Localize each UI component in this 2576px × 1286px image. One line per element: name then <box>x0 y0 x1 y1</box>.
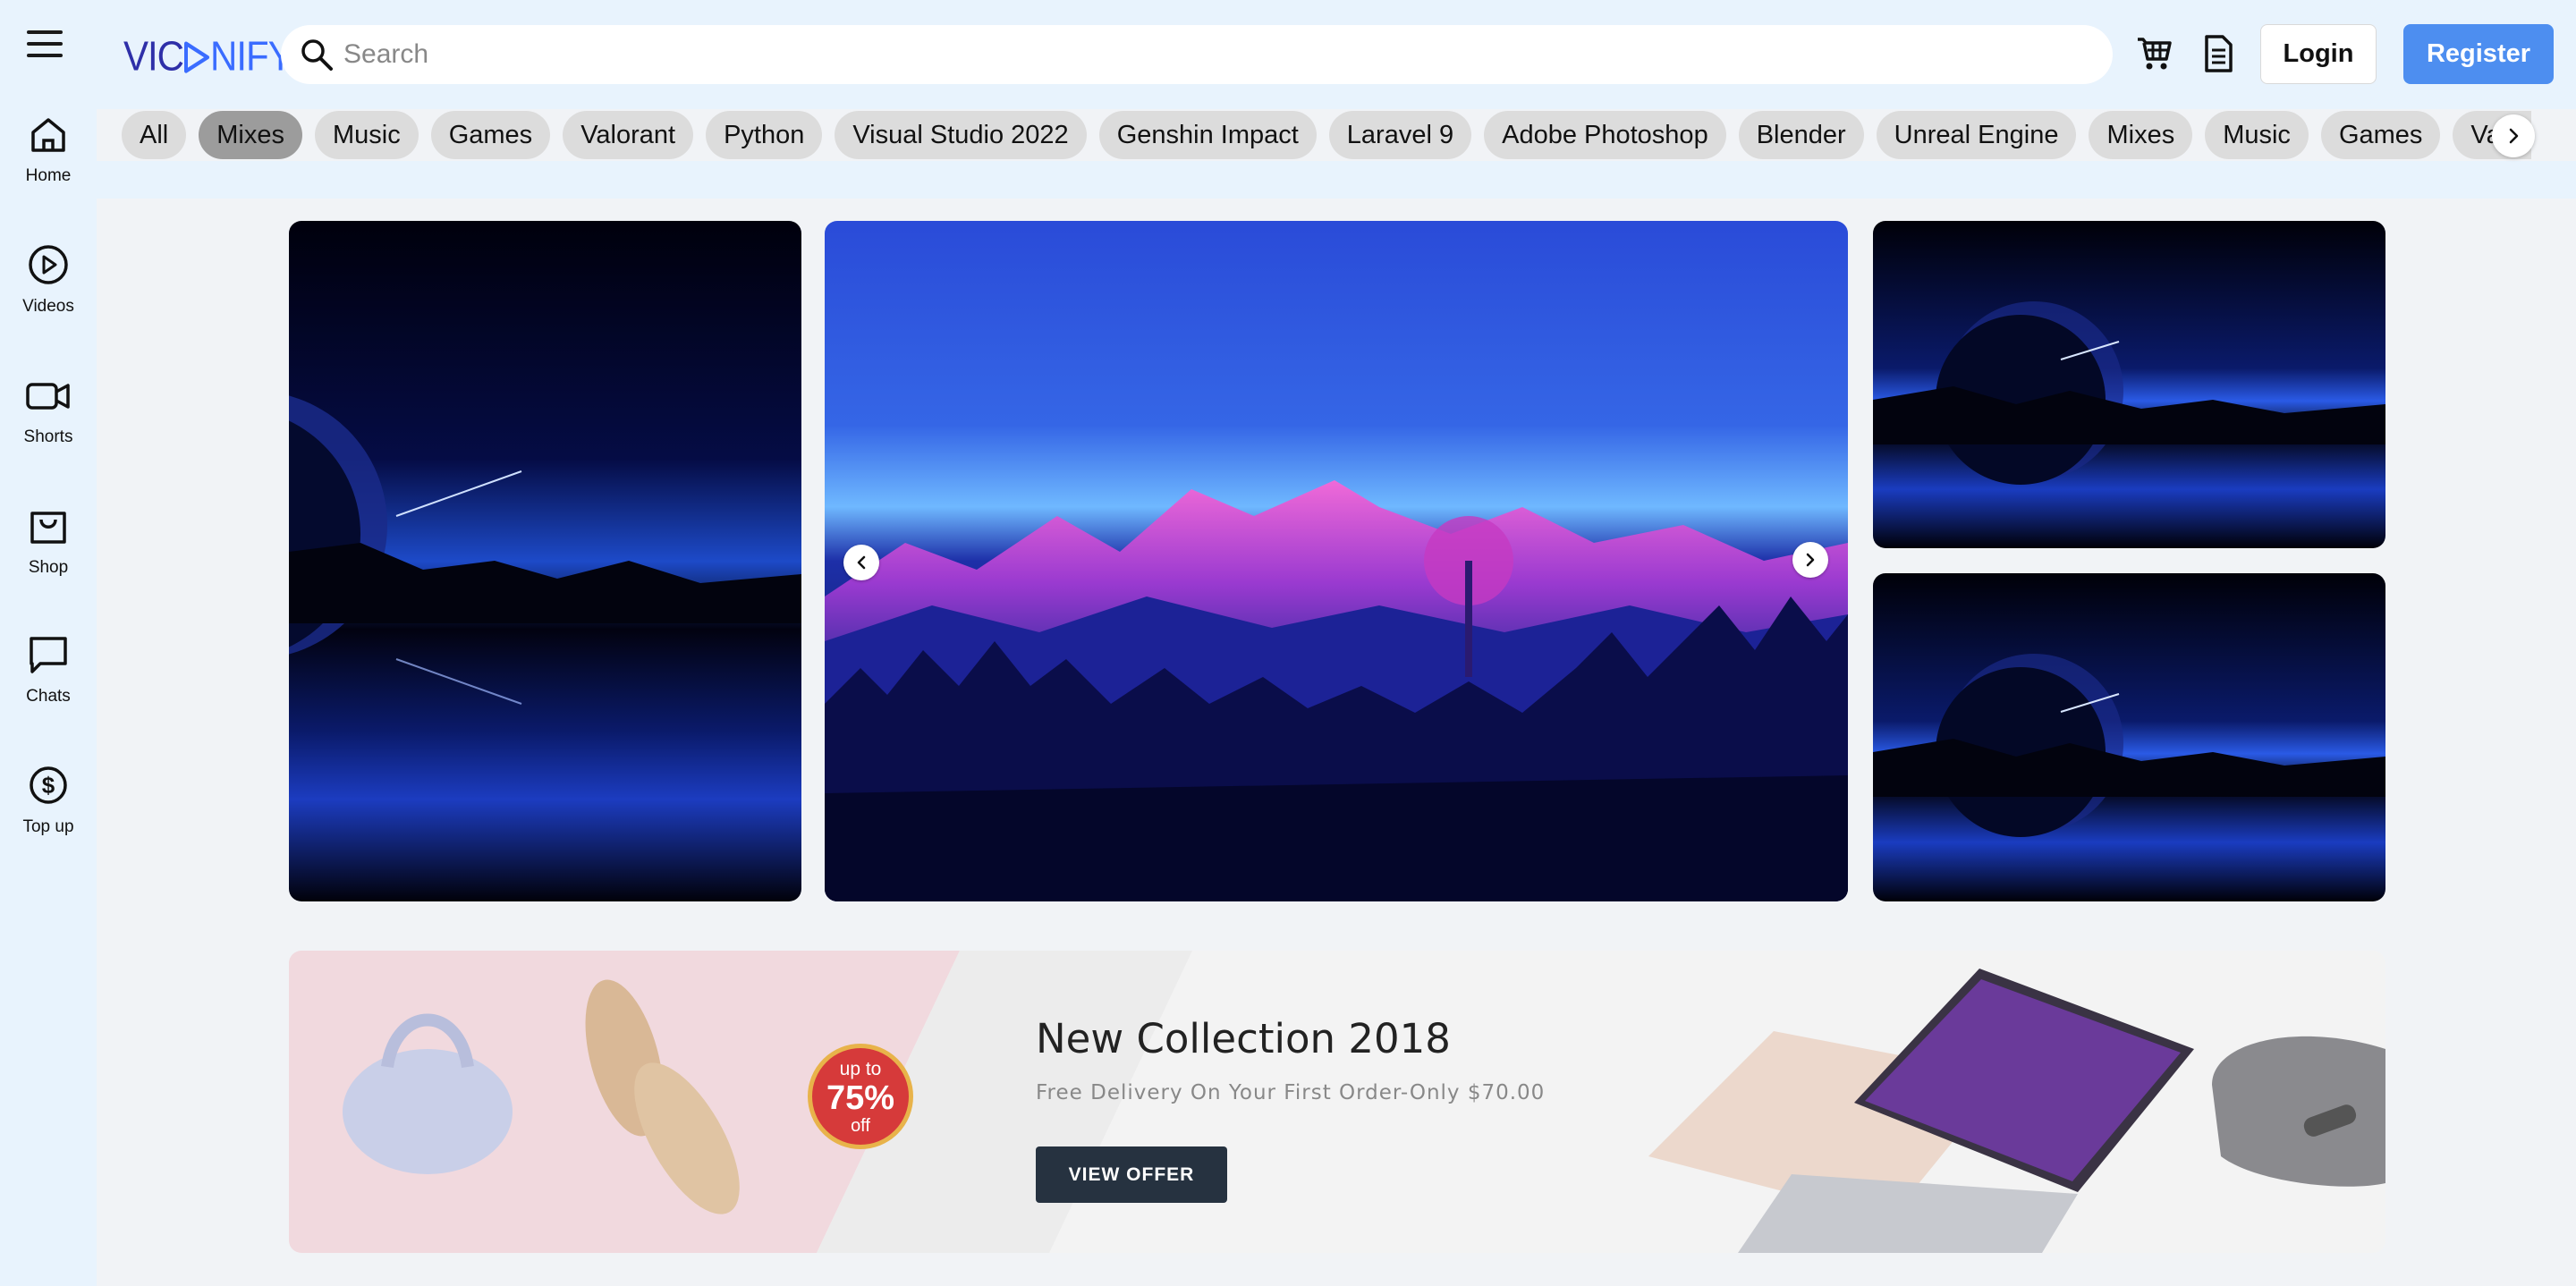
chevron-right-icon[interactable] <box>2492 114 2535 157</box>
sidebar-item-label: Shop <box>28 558 69 577</box>
sidebar-item-shorts[interactable]: Shorts <box>0 374 97 447</box>
hamburger-menu-icon[interactable] <box>27 27 66 63</box>
dollar-coin-icon: $ <box>30 766 67 804</box>
sidebar-item-home[interactable]: Home <box>0 114 97 186</box>
carousel-next-button[interactable] <box>1792 542 1828 578</box>
badge-top-text: up to <box>839 1059 882 1079</box>
badge-bottom-text: off <box>851 1116 870 1136</box>
sidebar-item-label: Shorts <box>23 427 73 446</box>
category-chip[interactable]: Games <box>2320 111 2441 159</box>
sidebar-item-shop[interactable]: Shop <box>0 503 97 578</box>
category-chip[interactable]: Adobe Photoshop <box>1484 111 1726 159</box>
category-chip[interactable]: All <box>122 111 187 159</box>
carousel-prev-button[interactable] <box>843 545 879 580</box>
banner-subtitle: Free Delivery On Your First Order-Only $… <box>1036 1081 1546 1104</box>
shopping-bag-icon <box>30 512 66 544</box>
category-chips: All Mixes Music Games Valorant Python Visual S… <box>122 111 2531 161</box>
video-camera-icon <box>26 383 70 410</box>
featured-thumbnail-right-bottom[interactable] <box>1873 573 2385 901</box>
login-button[interactable]: Login <box>2260 24 2377 84</box>
promo-banner[interactable]: up to 75% off New Collection 2018 Free D… <box>289 951 2385 1253</box>
category-chip[interactable]: Genshin Impact <box>1098 111 1317 159</box>
home-icon <box>31 118 65 152</box>
svg-text:$: $ <box>42 772 55 799</box>
category-chip[interactable]: Python <box>706 111 823 159</box>
chevron-right-icon <box>1806 553 1815 567</box>
category-chip[interactable]: Music <box>314 111 419 159</box>
discount-badge: up to 75% off <box>808 1044 913 1149</box>
category-chip[interactable]: Blender <box>1738 111 1864 159</box>
logo-text: VIC NIFY <box>123 32 293 80</box>
cart-icon[interactable] <box>2135 34 2174 73</box>
register-button[interactable]: Register <box>2403 24 2554 84</box>
featured-thumbnail-left[interactable] <box>289 221 801 901</box>
play-triangle-icon <box>184 41 210 73</box>
category-chip[interactable]: Music <box>2205 111 2309 159</box>
play-circle-icon <box>29 245 68 284</box>
sidebar-item-top-up[interactable]: $ Top up <box>0 764 97 837</box>
category-chip[interactable]: Visual Studio 2022 <box>835 111 1087 159</box>
chip-bar-background <box>97 161 2576 199</box>
featured-main-slide[interactable] <box>825 221 1848 901</box>
sidebar-item-chats[interactable]: Chats <box>0 633 97 706</box>
sidebar-item-label: Videos <box>22 297 74 316</box>
sidebar-item-label: Chats <box>26 687 71 706</box>
sidebar-item-videos[interactable]: Videos <box>0 243 97 317</box>
search-icon <box>301 39 333 71</box>
category-chip[interactable]: Mixes <box>2089 111 2193 159</box>
category-chip[interactable]: Valorant <box>563 111 694 159</box>
sidebar-item-label: Home <box>25 166 72 185</box>
logo[interactable]: VIC NIFY <box>123 32 293 80</box>
chat-bubble-icon <box>30 637 67 673</box>
search-input[interactable] <box>343 39 2043 70</box>
category-chip[interactable]: Unreal Engine <box>1876 111 2077 159</box>
sidebar-item-label: Top up <box>22 817 74 836</box>
category-chip[interactable]: Mixes <box>199 111 302 159</box>
banner-title: New Collection 2018 <box>1036 1015 1451 1062</box>
sidebar: Home Videos Shorts Shop Chats $ Top up <box>0 109 97 1286</box>
featured-thumbnail-right-top[interactable] <box>1873 221 2385 548</box>
document-icon[interactable] <box>2199 34 2238 73</box>
chevron-left-icon <box>857 555 866 570</box>
search-bar[interactable] <box>281 25 2113 84</box>
badge-percent: 75% <box>826 1079 895 1117</box>
category-chip[interactable]: Laravel 9 <box>1328 111 1472 159</box>
category-chip[interactable]: Games <box>430 111 551 159</box>
view-offer-button[interactable]: VIEW OFFER <box>1036 1146 1227 1203</box>
